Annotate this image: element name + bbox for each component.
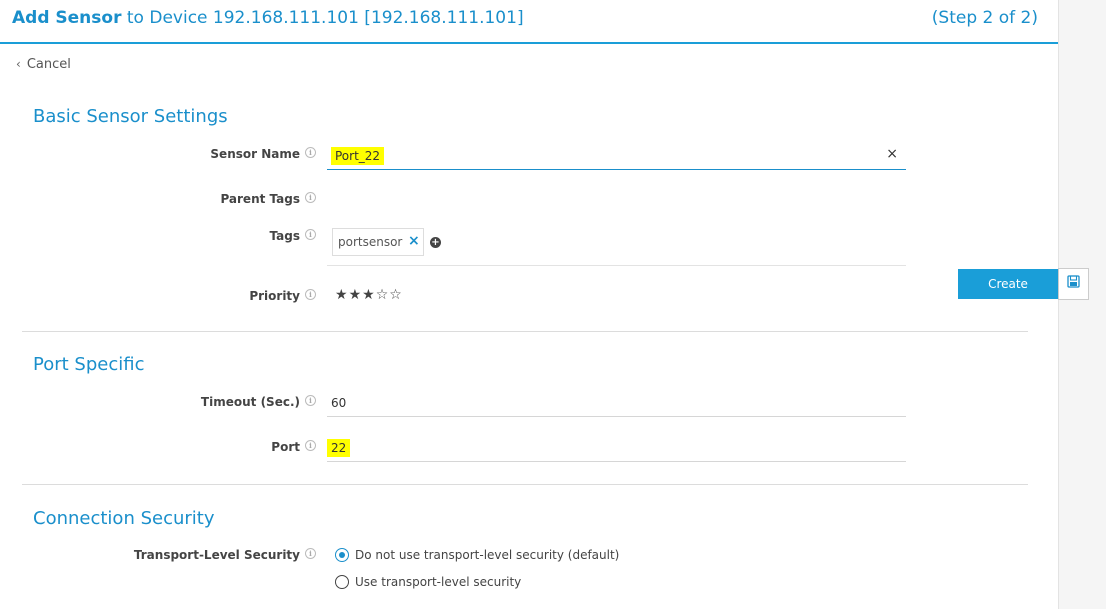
sensor-name-label: Sensor Name [210, 147, 300, 161]
port-value[interactable]: 22 [327, 439, 351, 457]
info-icon[interactable]: i [305, 229, 316, 240]
section-title-basic: Basic Sensor Settings [33, 106, 228, 127]
port-label: Port [271, 440, 300, 454]
page-title-rest: to Device 192.168.111.101 [192.168.111.1… [121, 8, 524, 28]
page-header: Add Sensor to Device 192.168.111.101 [19… [0, 0, 1058, 44]
priority-stars[interactable]: ★★★☆☆ [335, 287, 403, 303]
section-title-port: Port Specific [33, 354, 145, 375]
timeout-value[interactable]: 60 [331, 396, 346, 410]
star-icon[interactable]: ☆ [389, 287, 403, 303]
star-icon[interactable]: ★ [335, 287, 349, 303]
create-button[interactable]: Create [958, 269, 1058, 299]
star-icon[interactable]: ★ [349, 287, 363, 303]
timeout-field[interactable]: 60 [327, 390, 906, 417]
star-icon[interactable]: ★ [362, 287, 376, 303]
chevron-left-icon: ‹ [16, 57, 21, 71]
page-title-bold: Add Sensor [12, 8, 122, 28]
star-icon[interactable]: ☆ [376, 287, 390, 303]
clear-icon[interactable]: × [886, 146, 898, 162]
right-sidebar-strip [1058, 0, 1106, 609]
section-title-security: Connection Security [33, 508, 215, 529]
page-title: Add Sensor to Device 192.168.111.101 [19… [12, 8, 524, 28]
parent-tags-label: Parent Tags [220, 192, 300, 206]
cancel-label: Cancel [26, 57, 71, 72]
info-icon[interactable]: i [305, 440, 316, 451]
port-field[interactable]: 22 [327, 435, 906, 462]
radio-button[interactable] [335, 575, 349, 589]
sensor-name-value[interactable]: Port_22 [331, 147, 385, 165]
sensor-name-field[interactable]: Port_22 × [327, 143, 906, 170]
tags-label: Tags [269, 229, 300, 243]
radio-button[interactable] [335, 548, 349, 562]
info-icon[interactable]: i [305, 192, 316, 203]
tls-label: Transport-Level Security [133, 548, 300, 562]
save-button[interactable] [1058, 268, 1089, 300]
info-icon[interactable]: i [305, 395, 316, 406]
section-divider [22, 484, 1028, 485]
info-icon[interactable]: i [305, 147, 316, 158]
tags-underline [327, 265, 906, 266]
tag-text: portsensor [338, 235, 403, 249]
info-icon[interactable]: i [305, 548, 316, 559]
remove-tag-icon[interactable]: × [408, 233, 420, 249]
timeout-label: Timeout (Sec.) [200, 395, 300, 409]
tag-chip: portsensor × [332, 228, 424, 256]
add-tag-icon[interactable]: + [430, 237, 441, 248]
info-icon[interactable]: i [305, 289, 316, 300]
cancel-link[interactable]: ‹ Cancel [16, 57, 71, 72]
save-icon [1067, 275, 1080, 288]
section-divider [22, 331, 1028, 332]
radio-label: Do not use transport-level security (def… [355, 548, 620, 562]
priority-label: Priority [249, 289, 300, 303]
radio-label: Use transport-level security [355, 575, 522, 589]
step-indicator: (Step 2 of 2) [931, 8, 1038, 28]
